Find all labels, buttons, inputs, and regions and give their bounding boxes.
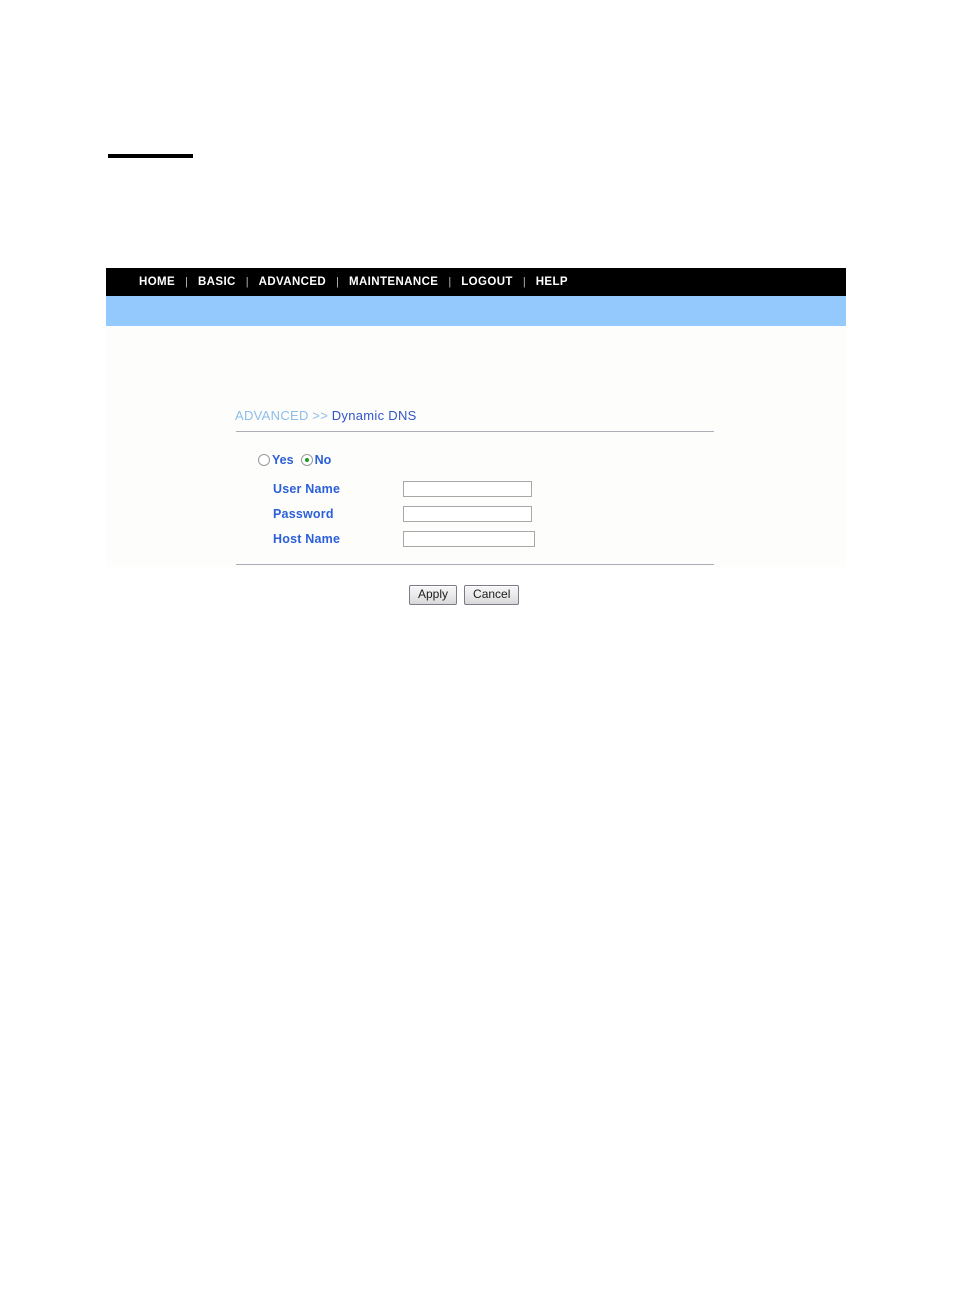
form-row-password: Password (106, 501, 846, 526)
radio-option-no[interactable]: No (300, 453, 332, 467)
nav-item-logout[interactable]: LOGOUT (460, 276, 514, 288)
nav-separator: | (185, 276, 188, 288)
divider-top (236, 431, 714, 432)
nav-item-maintenance[interactable]: MAINTENANCE (348, 276, 439, 288)
radio-option-yes[interactable]: Yes (258, 453, 294, 467)
ddns-form: User Name Password Host Name (106, 476, 846, 551)
user-name-input[interactable] (403, 480, 532, 497)
form-row-host-name: Host Name (106, 526, 846, 551)
nav-separator: | (448, 276, 452, 288)
header-blue-band (106, 296, 846, 326)
nav-separator: | (245, 276, 249, 288)
radio-icon-yes[interactable] (258, 454, 270, 466)
content-panel: ADVANCED >> Dynamic DNS Yes No User Name… (106, 326, 846, 605)
ddns-enable-radio-group: Yes No (258, 453, 331, 467)
main-navigation-bar: HOME | BASIC | ADVANCED | MAINTENANCE | … (106, 268, 846, 296)
page-top-rule (108, 154, 193, 158)
nav-separator: | (522, 276, 526, 288)
breadcrumb: ADVANCED >> Dynamic DNS (235, 408, 417, 423)
label-user-name: User Name (273, 481, 341, 496)
router-admin-panel: HOME | BASIC | ADVANCED | MAINTENANCE | … (106, 268, 846, 605)
radio-label-no: No (314, 453, 332, 467)
label-password: Password (273, 506, 334, 521)
nav-item-help[interactable]: HELP (535, 276, 569, 288)
password-input[interactable] (403, 505, 532, 522)
divider-bottom (236, 564, 714, 565)
radio-icon-no[interactable] (300, 454, 313, 466)
host-name-input[interactable] (403, 530, 535, 547)
nav-item-basic[interactable]: BASIC (197, 276, 237, 288)
breadcrumb-parent[interactable]: ADVANCED (235, 408, 309, 423)
radio-label-yes: Yes (272, 453, 294, 467)
cancel-button[interactable]: Cancel (464, 585, 520, 605)
nav-item-advanced[interactable]: ADVANCED (258, 276, 328, 288)
label-host-name: Host Name (273, 531, 341, 546)
nav-separator: | (336, 276, 339, 288)
form-row-user-name: User Name (106, 476, 846, 501)
apply-button[interactable]: Apply (409, 585, 458, 605)
nav-item-home[interactable]: HOME (138, 276, 176, 288)
breadcrumb-separator: >> (312, 408, 329, 423)
form-action-buttons: Apply Cancel (409, 585, 520, 605)
breadcrumb-current: Dynamic DNS (331, 408, 417, 423)
